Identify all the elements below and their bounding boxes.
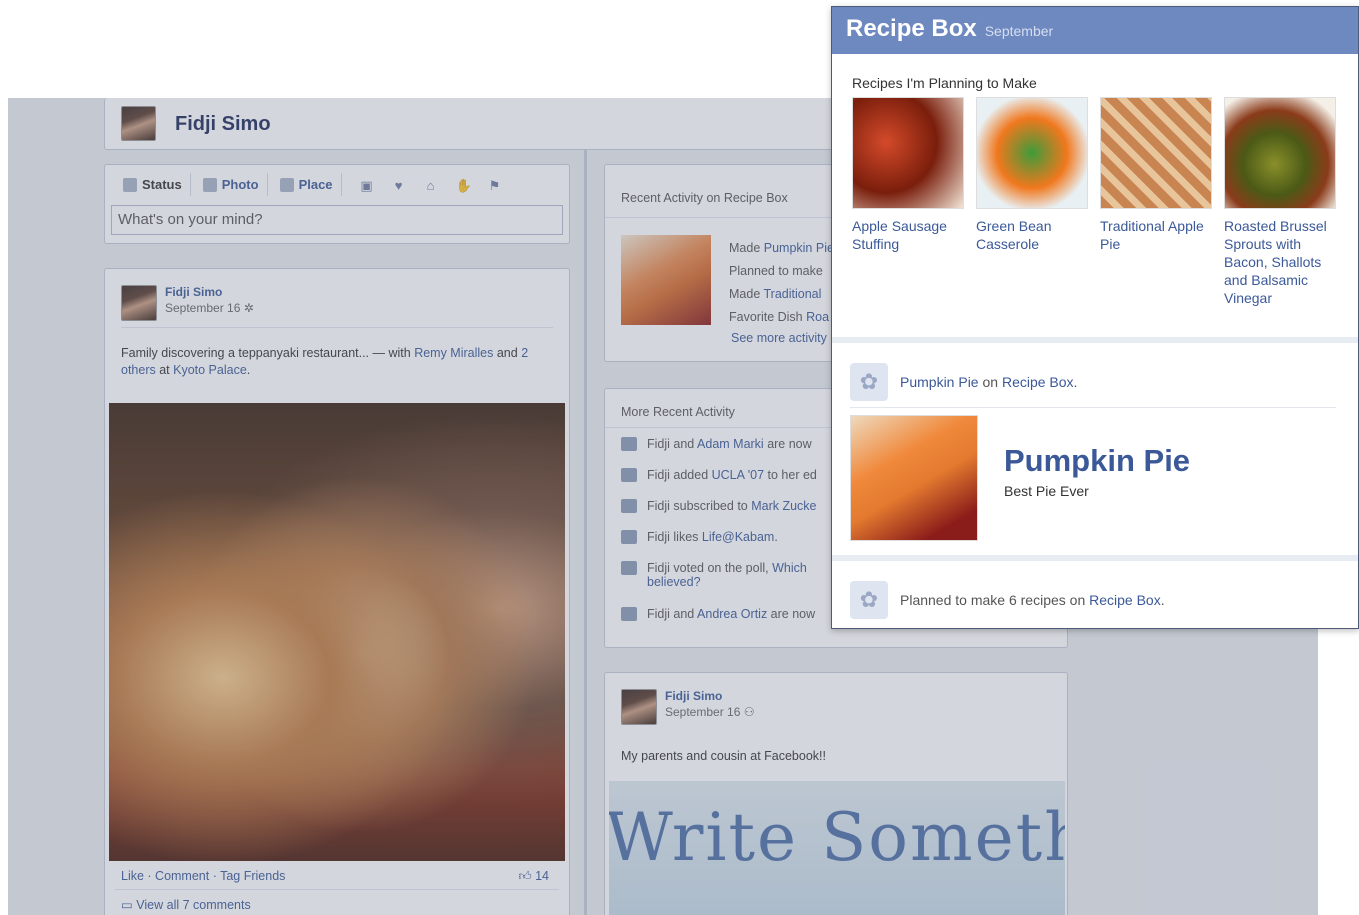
recipe-item[interactable]: Green Bean Casserole xyxy=(976,97,1088,307)
recipe-box-link[interactable]: Recipe Box xyxy=(1089,592,1161,608)
thumbs-up-icon: 👍︎ xyxy=(518,869,532,883)
post-text: Family discovering a teppanyaki restaura… xyxy=(121,346,529,377)
recipe-item[interactable]: Roasted Brussel Sprouts with Bacon, Shal… xyxy=(1224,97,1336,307)
photo-icon xyxy=(202,177,217,192)
poll-icon xyxy=(621,561,637,575)
timeline-spine xyxy=(584,150,587,915)
recipe-list: Apple Sausage Stuffing Green Bean Casser… xyxy=(852,97,1336,307)
status-input[interactable]: What's on your mind? xyxy=(111,205,563,235)
list-item: Fidji and Andrea Ortiz are now xyxy=(621,607,817,638)
post-author[interactable]: Fidji Simo xyxy=(665,689,755,703)
status-composer: Status Photo Place ▣ ♥ ⌂ ✋ ⚑ What's on y… xyxy=(104,164,570,244)
pumpkin-pie-link[interactable]: Pumpkin Pie xyxy=(900,374,979,390)
photo-post: Fidji Simo September 16 ✲ Family discove… xyxy=(104,268,570,915)
activity-line: Made Traditional xyxy=(729,287,822,301)
post-photo[interactable] xyxy=(109,403,565,861)
recipe-box-link[interactable]: Recipe Box xyxy=(1002,374,1074,390)
recipe-item[interactable]: Apple Sausage Stuffing xyxy=(852,97,964,307)
popup-header: Recipe Box September xyxy=(832,7,1358,54)
life-event-flag-icon[interactable]: ⚑ xyxy=(488,178,502,193)
recipe-image[interactable] xyxy=(976,97,1088,209)
place-link[interactable]: Kyoto Palace xyxy=(173,363,247,377)
list-item: Fidji subscribed to Mark Zucke xyxy=(621,499,817,530)
see-more-activity-link[interactable]: See more activity xyxy=(731,331,827,345)
life-event-heart-icon[interactable]: ♥ xyxy=(392,178,406,193)
view-comments-link[interactable]: ▭ View all 7 comments xyxy=(121,897,251,912)
recipe-image[interactable] xyxy=(852,97,964,209)
list-item: Fidji likes Life@Kabam. xyxy=(621,530,817,561)
pencil-icon xyxy=(621,468,637,482)
friends-icon xyxy=(621,607,637,621)
pumpkin-pie-thumbnail[interactable] xyxy=(621,235,711,325)
recipe-item[interactable]: Traditional Apple Pie xyxy=(1100,97,1212,307)
place-tab[interactable]: Place xyxy=(272,173,342,196)
life-event-work-icon[interactable]: ▣ xyxy=(360,178,374,193)
recipe-image[interactable] xyxy=(1224,97,1336,209)
popup-month: September xyxy=(984,23,1054,39)
post-text: My parents and cousin at Facebook!! xyxy=(621,749,826,763)
comment-icon: ▭ xyxy=(121,898,133,912)
like-page-icon xyxy=(621,530,637,544)
list-item: Fidji voted on the poll, Which believed? xyxy=(621,561,817,607)
divider xyxy=(121,327,553,328)
post-actions[interactable]: Like · Comment · Tag Friends xyxy=(121,869,285,883)
recipe-box-popup: Recipe Box September Recipes I'm Plannin… xyxy=(831,6,1359,629)
section-title: Recipes I'm Planning to Make xyxy=(852,75,1037,91)
activity-story: ✿ Pumpkin Pie on Recipe Box. xyxy=(850,363,1077,401)
recipe-name[interactable]: Green Bean Casserole xyxy=(976,217,1088,253)
photo-post: Fidji Simo September 16 ⚇ My parents and… xyxy=(604,672,1068,915)
subscribe-icon xyxy=(621,499,637,513)
post-author-avatar[interactable] xyxy=(121,285,157,321)
recipe-name[interactable]: Roasted Brussel Sprouts with Bacon, Shal… xyxy=(1224,217,1336,307)
activity-story: ✿ Planned to make 6 recipes on Recipe Bo… xyxy=(850,581,1165,619)
friends-privacy-icon[interactable]: ⚇ xyxy=(744,705,755,719)
list-item: Fidji and Adam Marki are now xyxy=(621,437,817,468)
post-photo[interactable]: Write Somethi xyxy=(609,781,1065,915)
recipe-box-app-icon[interactable]: ✿ xyxy=(850,581,888,619)
divider xyxy=(850,407,1336,408)
privacy-gear-icon[interactable]: ✲ xyxy=(244,301,254,315)
activity-line: Favorite Dish Roa xyxy=(729,310,830,324)
post-author-avatar[interactable] xyxy=(621,689,657,725)
like-count[interactable]: 👍︎ 14 xyxy=(519,869,549,884)
profile-avatar[interactable] xyxy=(121,106,156,141)
recipe-image[interactable] xyxy=(1100,97,1212,209)
section-separator xyxy=(832,337,1358,343)
life-event-health-icon[interactable]: ✋ xyxy=(456,178,472,193)
photo-tab[interactable]: Photo xyxy=(195,173,268,196)
recipe-subtitle: Best Pie Ever xyxy=(1004,483,1089,499)
popup-title[interactable]: Recipe Box xyxy=(846,15,977,43)
recipe-name[interactable]: Apple Sausage Stuffing xyxy=(852,217,964,253)
activity-line: Planned to make xyxy=(729,264,823,278)
activity-line: Made Pumpkin Pie xyxy=(729,241,834,255)
recent-activity-header: Recent Activity on Recipe Box xyxy=(621,191,788,205)
friends-icon xyxy=(621,437,637,451)
post-date: September 16 ✲ xyxy=(165,301,254,315)
place-pin-icon xyxy=(279,177,294,192)
profile-name[interactable]: Fidji Simo xyxy=(175,113,271,136)
post-author[interactable]: Fidji Simo xyxy=(165,285,254,299)
pumpkin-pie-image[interactable] xyxy=(850,415,978,541)
more-recent-header: More Recent Activity xyxy=(621,405,735,419)
recipe-name[interactable]: Traditional Apple Pie xyxy=(1100,217,1212,253)
status-icon xyxy=(123,177,137,192)
section-separator xyxy=(832,555,1358,561)
recipe-box-app-icon[interactable]: ✿ xyxy=(850,363,888,401)
divider xyxy=(115,889,559,890)
photo-wall-text: Write Somethi xyxy=(609,799,1065,876)
life-event-home-icon[interactable]: ⌂ xyxy=(424,178,438,193)
recipe-title[interactable]: Pumpkin Pie xyxy=(1004,443,1190,479)
status-tab[interactable]: Status xyxy=(115,173,191,196)
recent-activity-lines: Made Pumpkin Pie Planned to make Made Tr… xyxy=(729,237,834,329)
list-item: Fidji added UCLA '07 to her ed xyxy=(621,468,817,499)
tagged-person-link[interactable]: Remy Miralles xyxy=(414,346,493,360)
post-date: September 16 ⚇ xyxy=(665,705,755,719)
